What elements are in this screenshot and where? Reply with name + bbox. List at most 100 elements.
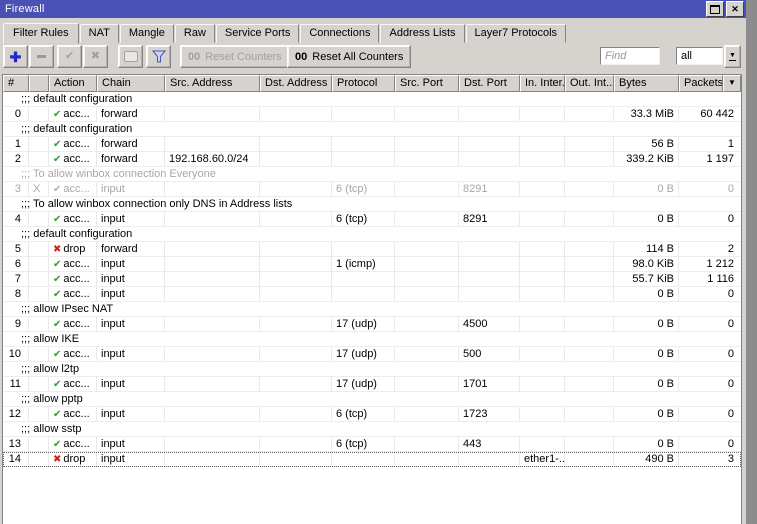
remove-rule-button[interactable] xyxy=(29,45,54,68)
cell-chain: input xyxy=(97,437,165,451)
column-header-action[interactable]: Action xyxy=(49,75,97,92)
cell-src_port xyxy=(395,137,459,151)
comment-text: ;;; default configuration xyxy=(21,123,133,135)
rule-row[interactable]: 2 ✔ acc... forward 192.168.60.0/24 339.2 KiB 1… xyxy=(3,152,741,167)
rule-row[interactable]: 4 ✔ acc... input 6 (tcp) 8291 0 B0 xyxy=(3,212,741,227)
tab-layer7-protocols[interactable]: Layer7 Protocols xyxy=(465,24,567,43)
rule-row[interactable]: 14 ✖ drop input ether1-... 490 B3 xyxy=(3,452,741,467)
cell-src_port xyxy=(395,317,459,331)
cell-out_iface xyxy=(565,317,614,331)
cell-out_iface xyxy=(565,242,614,256)
tab-filter-rules[interactable]: Filter Rules xyxy=(3,23,79,44)
column-header-num[interactable]: # xyxy=(3,75,29,92)
rule-row[interactable]: 5 ✖ drop forward 114 B2 xyxy=(3,242,741,257)
rule-row[interactable]: 0 ✔ acc... forward 33.3 MiB 60 442 xyxy=(3,107,741,122)
add-rule-button[interactable]: ✚ xyxy=(3,45,28,68)
cell-in_iface xyxy=(520,137,565,151)
comment-row[interactable]: ;;; To allow winbox connection Everyone xyxy=(3,167,741,182)
tab-address-lists[interactable]: Address Lists xyxy=(380,24,465,43)
cell-src_address xyxy=(165,317,260,331)
tab-nat[interactable]: NAT xyxy=(79,24,119,43)
column-select-button[interactable]: ▼ xyxy=(723,75,741,92)
filter-button[interactable] xyxy=(146,45,171,68)
column-header-dst_port[interactable]: Dst. Port xyxy=(459,75,520,92)
cell-out_iface xyxy=(565,287,614,301)
filter-scope-dropdown[interactable]: all xyxy=(676,47,723,65)
reset-counters-button[interactable]: 00 Reset Counters xyxy=(180,45,290,68)
filter-scope-dropdown-button[interactable]: ▼ xyxy=(724,45,741,68)
cell-num: 8 xyxy=(3,287,29,301)
cell-out_iface xyxy=(565,212,614,226)
rule-row[interactable]: 1 ✔ acc... forward 56 B1 xyxy=(3,137,741,152)
column-header-out_iface[interactable]: Out. Int... xyxy=(565,75,614,92)
comment-row[interactable]: ;;; default configuration xyxy=(3,92,741,107)
comment-row[interactable]: ;;; allow sstp xyxy=(3,422,741,437)
reset-all-counters-prefix: 00 xyxy=(295,50,308,63)
cell-src_address xyxy=(165,452,260,466)
cell-chain: input xyxy=(97,212,165,226)
comment-row[interactable]: ;;; To allow winbox connection only DNS … xyxy=(3,197,741,212)
action-label: drop xyxy=(63,243,86,255)
accept-icon: ✔ xyxy=(53,274,62,285)
cell-flag xyxy=(29,287,49,301)
cell-chain: input xyxy=(97,287,165,301)
cell-protocol: 1 (icmp) xyxy=(332,257,395,271)
column-header-flag[interactable] xyxy=(29,75,49,92)
column-header-chain[interactable]: Chain xyxy=(97,75,165,92)
comment-row[interactable]: ;;; allow pptp xyxy=(3,392,741,407)
rule-row[interactable]: 7 ✔ acc... input 55.7 KiB 1 116 xyxy=(3,272,741,287)
comment-button[interactable] xyxy=(118,45,143,68)
close-button[interactable]: ✕ xyxy=(726,1,744,17)
column-header-protocol[interactable]: Protocol xyxy=(332,75,395,92)
cell-action: ✔ acc... xyxy=(49,152,97,166)
maximize-button[interactable] xyxy=(706,1,724,17)
cell-action: ✔ acc... xyxy=(49,317,97,331)
rule-row[interactable]: 13 ✔ acc... input 6 (tcp) 443 0 B0 xyxy=(3,437,741,452)
cell-dst_port xyxy=(459,272,520,286)
cell-dst_address xyxy=(260,107,332,121)
disable-rule-button[interactable]: ✖ xyxy=(83,45,108,68)
tab-connections[interactable]: Connections xyxy=(300,24,380,43)
comment-row[interactable]: ;;; allow IPsec NAT xyxy=(3,302,741,317)
rule-row[interactable]: 6 ✔ acc... input 1 (icmp) 98.0 KiB 1 212 xyxy=(3,257,741,272)
enable-rule-button[interactable]: ✔ xyxy=(57,45,82,68)
comment-icon xyxy=(123,51,138,62)
comment-row[interactable]: ;;; allow l2tp xyxy=(3,362,741,377)
cell-packets: 0 xyxy=(727,318,734,330)
comment-row[interactable]: ;;; default configuration xyxy=(3,227,741,242)
comment-text: ;;; default configuration xyxy=(21,228,133,240)
rule-row[interactable]: 8 ✔ acc... input 0 B0 xyxy=(3,287,741,302)
cell-src_address xyxy=(165,407,260,421)
cell-num: 14 xyxy=(3,452,29,466)
cell-chain: forward xyxy=(97,242,165,256)
cell-action: ✖ drop xyxy=(49,242,97,256)
tab-service-ports[interactable]: Service Ports xyxy=(215,24,300,43)
drop-icon: ✖ xyxy=(53,244,62,255)
filter-scope-value: all xyxy=(681,50,693,62)
cell-protocol: 17 (udp) xyxy=(332,317,395,331)
firewall-window: Firewall ✕ Filter Rules NAT Mangle Raw Servi… xyxy=(0,0,746,524)
comment-row[interactable]: ;;; allow IKE xyxy=(3,332,741,347)
cell-dst_address xyxy=(260,152,332,166)
reset-all-counters-button[interactable]: 00 Reset All Counters xyxy=(287,45,412,68)
rule-row[interactable]: 12 ✔ acc... input 6 (tcp) 1723 0 B0 xyxy=(3,407,741,422)
rule-row[interactable]: 10 ✔ acc... input 17 (udp) 500 0 B0 xyxy=(3,347,741,362)
column-header-bytes[interactable]: Bytes xyxy=(614,75,679,92)
column-header-dst_address[interactable]: Dst. Address xyxy=(260,75,332,92)
column-header-src_port[interactable]: Src. Port xyxy=(395,75,459,92)
cell-dst_address xyxy=(260,137,332,151)
rule-row[interactable]: 3 X ✔ acc... input 6 (tcp) 8291 0 B0 xyxy=(3,182,741,197)
cell-num: 2 xyxy=(3,152,29,166)
tab-raw[interactable]: Raw xyxy=(174,24,215,43)
column-header-in_iface[interactable]: In. Inter... xyxy=(520,75,565,92)
comment-row[interactable]: ;;; default configuration xyxy=(3,122,741,137)
cell-src_address xyxy=(165,377,260,391)
comment-text: ;;; allow sstp xyxy=(21,423,82,435)
rule-row[interactable]: 11 ✔ acc... input 17 (udp) 1701 0 B0 xyxy=(3,377,741,392)
column-header-src_address[interactable]: Src. Address xyxy=(165,75,260,92)
rule-row[interactable]: 9 ✔ acc... input 17 (udp) 4500 0 B0 xyxy=(3,317,741,332)
find-input[interactable] xyxy=(600,47,660,65)
window-titlebar[interactable]: Firewall ✕ xyxy=(0,0,746,18)
tab-mangle[interactable]: Mangle xyxy=(119,24,174,43)
column-header-packets[interactable]: Packets xyxy=(679,75,723,92)
